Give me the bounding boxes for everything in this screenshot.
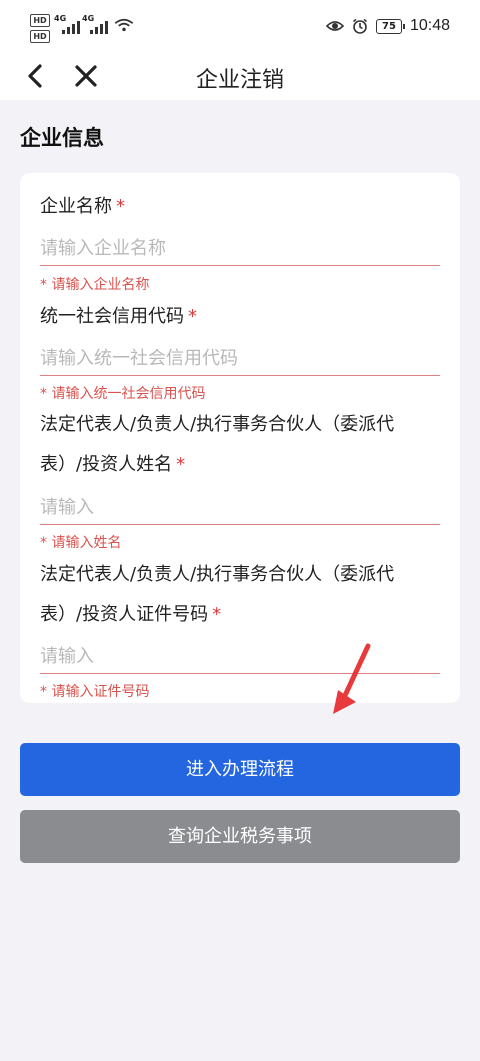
credit-code-label: 统一社会信用代码 *	[40, 306, 197, 327]
company-name-input[interactable]	[40, 231, 440, 266]
representative-id-label: 法定代表人/负责人/执行事务合伙人（委派代 表）/投资人证件号码 *	[40, 564, 395, 625]
wifi-icon	[114, 18, 134, 32]
clock: 10:48	[409, 17, 450, 34]
page-title: 企业注销	[195, 68, 284, 93]
eye-icon	[325, 21, 344, 31]
cellular-signal-icon	[90, 21, 108, 34]
representative-name-label: 法定代表人/负责人/执行事务合伙人（委派代 表）/投资人姓名 *	[40, 414, 395, 475]
alarm-icon	[352, 18, 367, 34]
enter-process-button[interactable]: 进入办理流程	[20, 743, 460, 796]
company-name-error: * 请输入企业名称	[40, 277, 150, 293]
section-title: 企业信息	[20, 126, 104, 150]
representative-name-input[interactable]	[40, 490, 440, 525]
hd-badge: HD	[30, 30, 50, 43]
hd-badge: HD	[30, 14, 50, 27]
required-mark: *	[116, 196, 125, 217]
required-mark: *	[176, 454, 186, 475]
query-tax-matters-button[interactable]: 查询企业税务事项	[20, 810, 460, 863]
representative-id-error: * 请输入证件号码	[40, 684, 150, 700]
status-right: 75 10:48	[325, 16, 450, 36]
representative-id-input[interactable]	[40, 639, 440, 674]
credit-code-error: * 请输入统一社会信用代码	[40, 386, 206, 402]
representative-name-error: * 请输入姓名	[40, 535, 122, 551]
cellular-signal-icon	[62, 21, 80, 34]
enterprise-info-card: 企业名称* * 请输入企业名称 统一社会信用代码* * 请输入统一社会信用代码 …	[20, 173, 460, 703]
annotation-arrow-icon	[333, 643, 371, 714]
required-mark: *	[212, 604, 222, 625]
company-name-label: 企业名称 *	[40, 196, 125, 217]
status-bar: HD HD 4G 4G 75 10:48	[0, 0, 480, 52]
signal-indicators: HD HD 4G 4G	[30, 12, 150, 43]
required-mark: *	[188, 306, 197, 327]
nav-bar: 企业注销	[0, 52, 480, 100]
battery-icon: 75	[375, 18, 405, 34]
credit-code-input[interactable]	[40, 341, 440, 376]
